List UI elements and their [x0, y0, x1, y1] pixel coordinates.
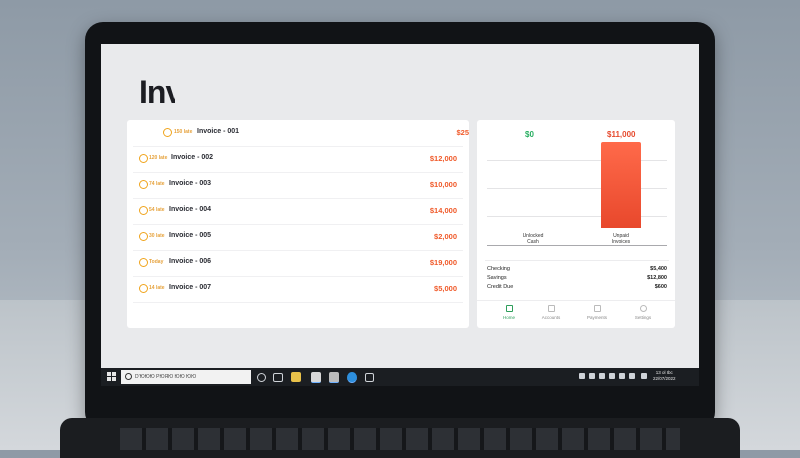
invoice-row-007[interactable]: 14 late Invoice - 007 $5,000	[133, 278, 463, 303]
clock-icon	[139, 232, 148, 241]
invoice-name: Invoice - 005	[169, 232, 212, 239]
page-title: Inv	[139, 74, 175, 106]
invoice-name: Invoice - 001	[197, 128, 240, 135]
account-label: Savings	[487, 275, 507, 281]
invoice-name: Invoice - 007	[169, 284, 212, 291]
tab-label: Settings	[634, 315, 652, 320]
due-badge: 120 late	[149, 155, 168, 161]
tab-label: Accounts	[541, 315, 561, 320]
keyboard-keys	[120, 428, 680, 450]
due-badge: 14 late	[149, 285, 165, 291]
invoice-row-003[interactable]: 74 late Invoice - 003 $10,000	[133, 174, 463, 199]
invoice-name: Invoice - 003	[169, 180, 212, 187]
due-badge: 150 late	[174, 129, 193, 135]
wifi-icon[interactable]	[609, 373, 615, 379]
invoice-amount: $25	[456, 128, 469, 137]
account-value: $5,400	[650, 266, 667, 272]
start-button[interactable]	[107, 372, 117, 382]
tab-label: Payments	[586, 315, 607, 320]
file-explorer-icon[interactable]	[291, 372, 301, 382]
divider	[485, 260, 669, 261]
chart-baseline	[487, 245, 667, 246]
app-window-icon[interactable]	[329, 372, 339, 383]
account-label: Credit Due	[487, 284, 514, 290]
chevron-up-icon[interactable]	[579, 373, 585, 379]
windows-logo-icon	[112, 377, 116, 381]
due-badge: 30 late	[149, 233, 165, 239]
invoice-row-006[interactable]: Today Invoice - 006 $19,000	[133, 252, 463, 277]
summary-panel: $0 $11,000 Unlocked Cash Unpaid Invoices…	[477, 120, 675, 328]
microphone-icon[interactable]	[589, 373, 595, 379]
account-value: $12,800	[647, 275, 667, 281]
unpaid-invoices-bar	[601, 142, 641, 228]
windows-logo-icon	[107, 372, 111, 376]
windows-logo-icon	[112, 372, 116, 376]
clock-icon	[139, 180, 148, 189]
volume-icon[interactable]	[619, 373, 625, 379]
account-value: $600	[654, 284, 667, 290]
invoice-row-004[interactable]: 54 late Invoice - 004 $14,000	[133, 200, 463, 225]
cortana-icon[interactable]	[257, 373, 266, 382]
invoice-list: 150 late Invoice - 001 $25 120 late Invo…	[127, 120, 469, 328]
clock-icon	[163, 128, 172, 137]
invoice-row-002[interactable]: 120 late Invoice - 002 $12,000	[133, 148, 463, 173]
tab-home[interactable]: Home	[489, 305, 529, 320]
category-label-line: Invoices	[611, 238, 631, 245]
clock-icon	[139, 206, 148, 215]
invoice-name: Invoice - 006	[169, 258, 212, 265]
category-label-unlocked-cash: Unlocked Cash	[503, 233, 563, 245]
category-label-unpaid-invoices: Unpaid Invoices	[591, 233, 651, 245]
taskbar-search-input[interactable]: D'ЮЮЮ РЮЯЮ ЮЮ ЮЮ	[121, 370, 251, 384]
gear-icon	[639, 305, 647, 312]
invoice-name: Invoice - 004	[169, 206, 212, 213]
app-window-icon[interactable]	[311, 372, 321, 383]
clock-date: 22/07/2022	[653, 376, 676, 381]
invoice-amount: $5,000	[434, 284, 457, 293]
tab-accounts[interactable]: Accounts	[531, 305, 571, 320]
search-icon	[125, 373, 132, 380]
invoice-amount: $19,000	[429, 258, 457, 267]
clock-icon	[139, 258, 148, 267]
accounts-icon	[547, 305, 555, 312]
invoice-amount: $14,000	[429, 206, 457, 215]
home-icon	[505, 305, 513, 312]
unpaid-invoices-value: $11,000	[607, 130, 636, 139]
due-badge: 74 late	[149, 181, 165, 187]
taskbar-clock[interactable]: 13 ol Ibc 22/07/2022	[653, 370, 676, 382]
clock-time: 13 ol Ibc	[655, 370, 673, 375]
battery-icon[interactable]	[629, 373, 635, 379]
tab-settings[interactable]: Settings	[623, 305, 663, 320]
payments-icon	[593, 305, 601, 312]
tab-payments[interactable]: Payments	[577, 305, 617, 320]
unlocked-cash-value: $0	[525, 130, 534, 139]
bottom-tab-bar: Home Accounts Payments Settings	[477, 300, 675, 328]
account-row-credit-due: Credit Due $600	[487, 284, 667, 294]
account-label: Checking	[487, 266, 510, 272]
tab-label: Home	[502, 315, 515, 320]
invoice-row-001[interactable]: 150 late Invoice - 001 $25	[133, 122, 469, 147]
clock-icon	[139, 284, 148, 293]
invoice-amount: $12,000	[429, 154, 457, 163]
category-label-line: Cash	[527, 238, 539, 245]
invoice-amount: $2,000	[434, 232, 457, 241]
invoice-row-005[interactable]: 30 late Invoice - 005 $2,000	[133, 226, 463, 251]
search-placeholder: D'ЮЮЮ РЮЯЮ ЮЮ ЮЮ	[135, 374, 197, 380]
invoice-amount: $10,000	[429, 180, 457, 189]
store-icon[interactable]	[365, 373, 374, 382]
task-view-icon[interactable]	[273, 373, 283, 382]
network-icon[interactable]	[599, 373, 605, 379]
language-icon[interactable]	[641, 373, 647, 379]
clock-icon	[139, 154, 148, 163]
due-badge: 54 late	[149, 207, 165, 213]
taskbar: D'ЮЮЮ РЮЯЮ ЮЮ ЮЮ 13 ol Ibc 22/07/2022	[101, 368, 699, 386]
invoice-name: Invoice - 002	[171, 154, 214, 161]
screen: Inv 150 late Invoice - 001 $25 120 late …	[101, 44, 699, 386]
due-badge: Today	[149, 259, 164, 265]
windows-logo-icon	[107, 377, 111, 381]
edge-browser-icon[interactable]	[347, 372, 357, 383]
